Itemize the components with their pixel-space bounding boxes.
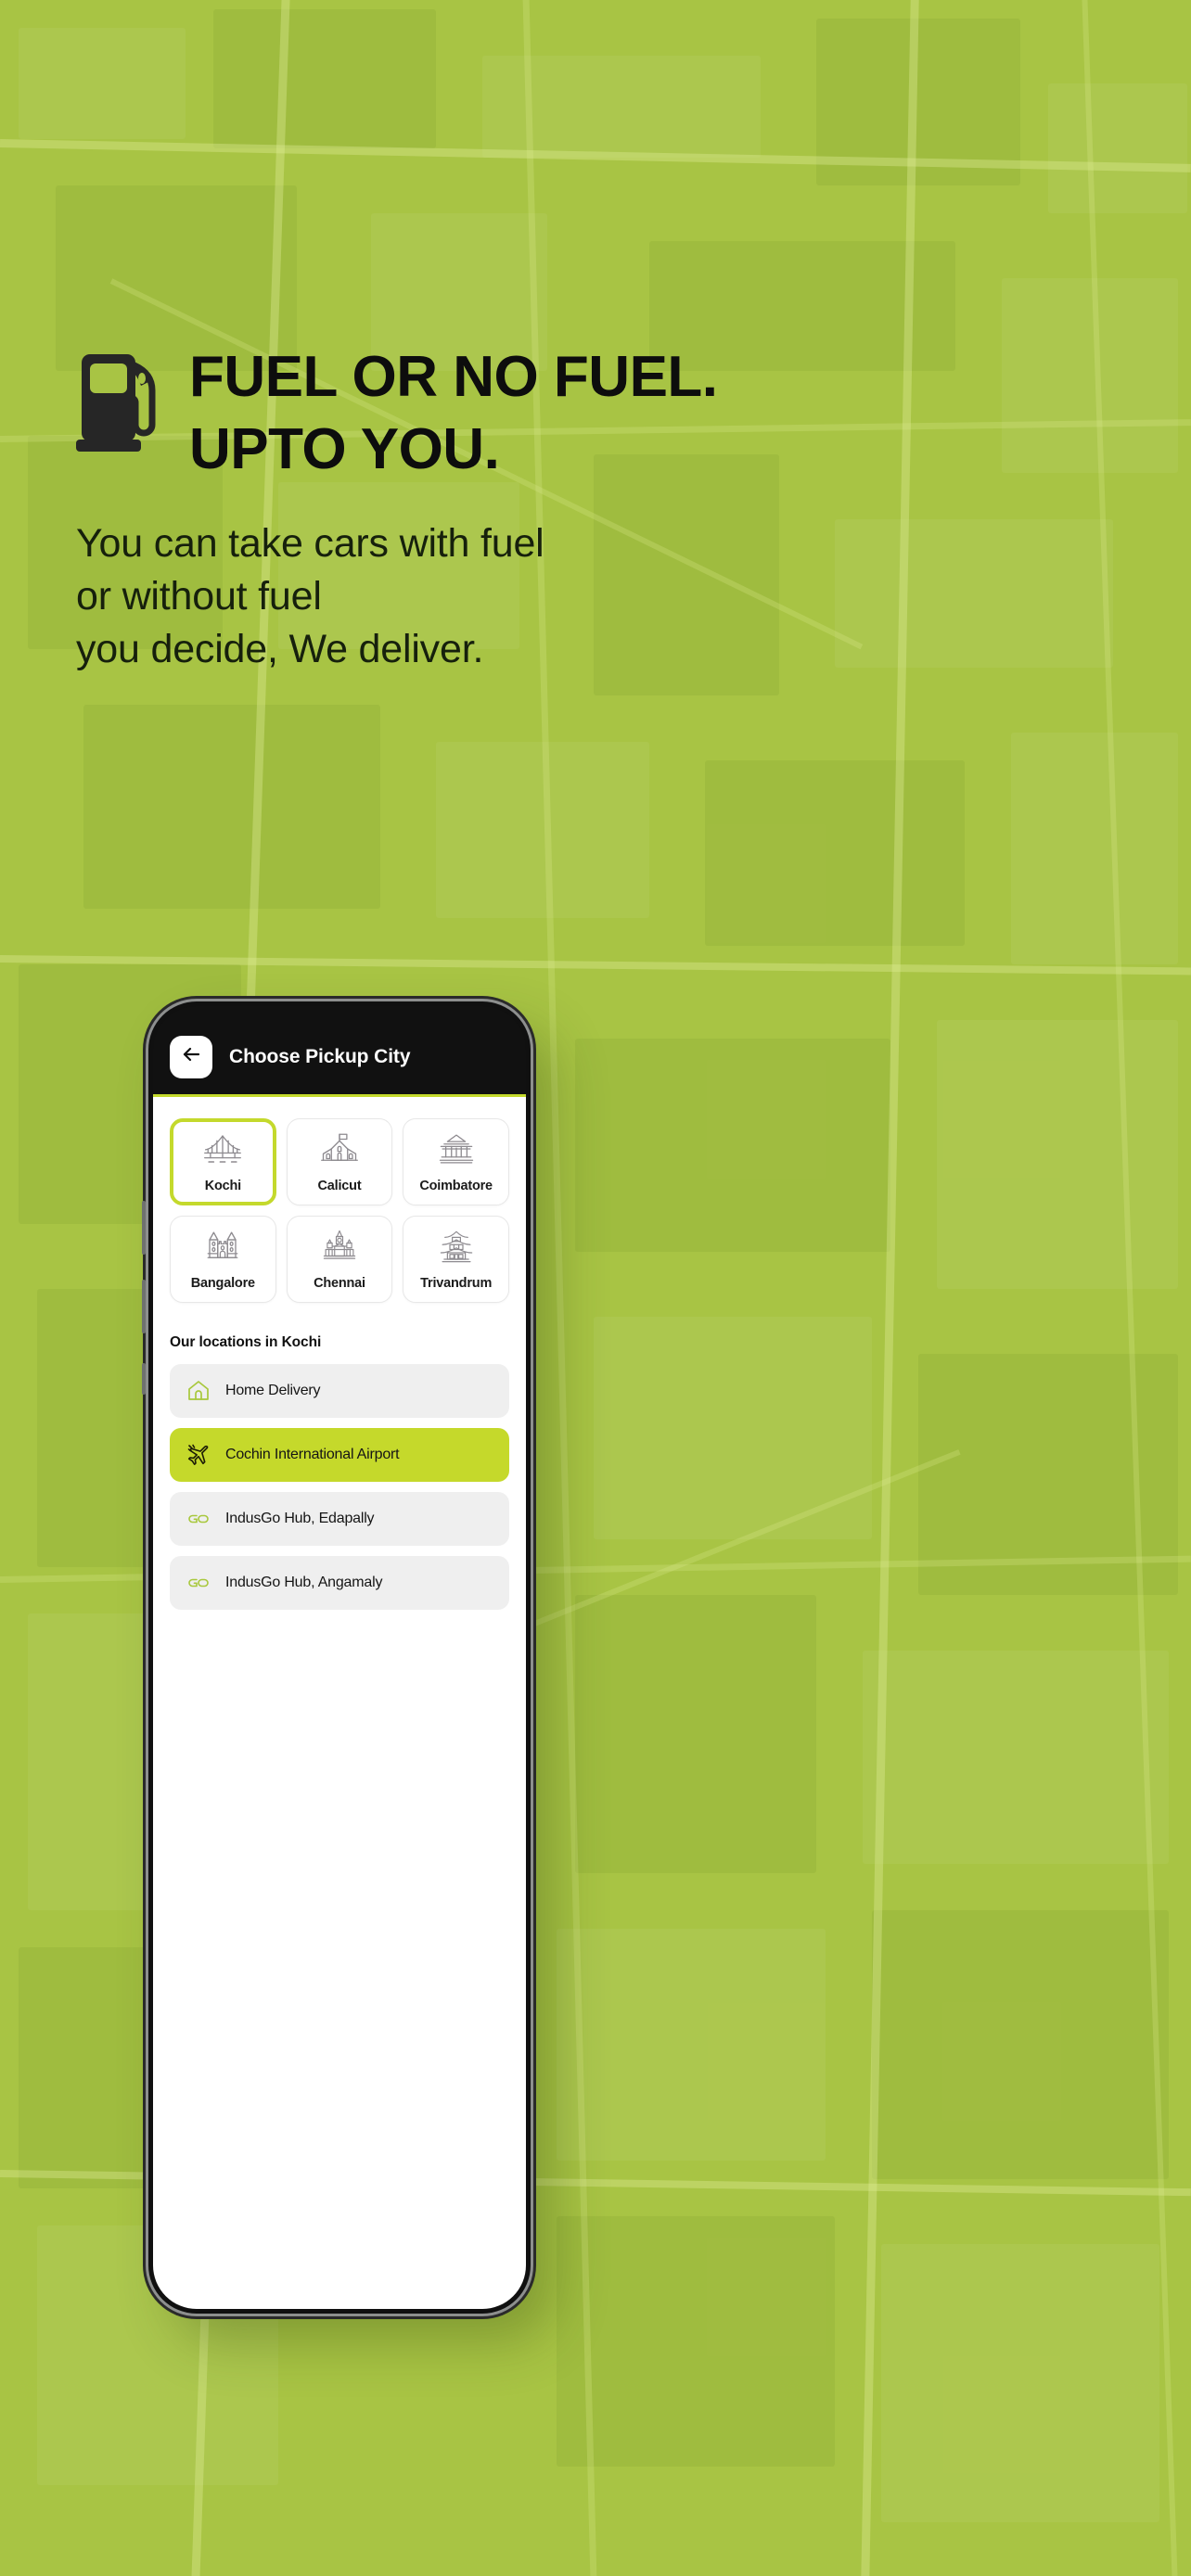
back-button[interactable] [170,1035,212,1078]
fuel-pump-icon [76,351,165,453]
city-label: Chennai [314,1276,365,1291]
location-item-indusgo-hub-angamaly[interactable]: IndusGo Hub, Angamaly [170,1556,509,1610]
hero-subtitle-line3: you decide, We deliver. [76,627,484,672]
location-item-cochin-international-airport[interactable]: Cochin International Airport [170,1428,509,1482]
phone-volume-down-button [142,1280,146,1333]
hero-headline-row: FUEL OR NO FUEL. UPTO YOU. [76,345,1124,478]
hero-subtitle: You can take cars with fuel or without f… [76,517,1124,677]
city-label: Coimbatore [419,1179,493,1193]
city-card-kochi[interactable]: Kochi [170,1118,276,1205]
city-label: Trivandrum [420,1276,493,1291]
city-card-trivandrum[interactable]: Trivandrum [403,1216,509,1303]
hero-subtitle-line1: You can take cars with fuel [76,521,544,566]
clock-tower-icon [320,1228,359,1269]
go-logo-icon [186,1507,211,1531]
church-flag-icon [320,1130,359,1172]
home-icon [186,1379,211,1403]
city-card-chennai[interactable]: Chennai [286,1216,393,1303]
hero-title: FUEL OR NO FUEL. UPTO YOU. [189,345,718,478]
bridge-icon [203,1130,242,1172]
arrow-left-icon [180,1043,202,1070]
location-label: IndusGo Hub, Angamaly [225,1575,383,1590]
city-label: Calicut [317,1179,362,1193]
go-logo-icon [186,1571,211,1595]
classical-temple-icon [437,1130,476,1172]
locations-list: Home Delivery Cochin International Airpo… [170,1364,509,1610]
hero-section: FUEL OR NO FUEL. UPTO YOU. You can take … [76,345,1124,677]
locations-section-title: Our locations in Kochi [170,1334,322,1350]
location-label: Cochin International Airport [225,1447,400,1462]
hero-title-line2: UPTO YOU. [189,417,500,481]
city-card-coimbatore[interactable]: Coimbatore [403,1118,509,1205]
phone-power-button [142,1363,146,1395]
city-card-bangalore[interactable]: Bangalore [170,1216,276,1303]
city-label: Kochi [204,1179,241,1193]
location-item-indusgo-hub-edapally[interactable]: IndusGo Hub, Edapally [170,1492,509,1546]
phone-mockup: Choose Pickup City Kochi Calicut Coimbat… [142,1001,531,2314]
city-label: Bangalore [190,1276,255,1291]
city-card-calicut[interactable]: Calicut [286,1118,393,1205]
city-grid: Kochi Calicut Coimbatore Bangalore Chenn… [170,1118,509,1303]
app-body: Kochi Calicut Coimbatore Bangalore Chenn… [153,1094,526,2309]
hero-title-line1: FUEL OR NO FUEL. [189,345,718,409]
palace-castle-icon [203,1228,242,1269]
pagoda-icon [437,1228,476,1269]
location-label: IndusGo Hub, Edapally [225,1511,375,1526]
location-label: Home Delivery [225,1383,321,1398]
location-item-home-delivery[interactable]: Home Delivery [170,1364,509,1418]
phone-screen: Choose Pickup City Kochi Calicut Coimbat… [153,1006,526,2309]
phone-volume-up-button [142,1201,146,1255]
page-title: Choose Pickup City [229,1045,411,1067]
marketing-poster: FUEL OR NO FUEL. UPTO YOU. You can take … [0,0,1191,2576]
airplane-icon [186,1443,211,1467]
app-header: Choose Pickup City [153,1006,526,1094]
hero-subtitle-line2: or without fuel [76,574,322,619]
